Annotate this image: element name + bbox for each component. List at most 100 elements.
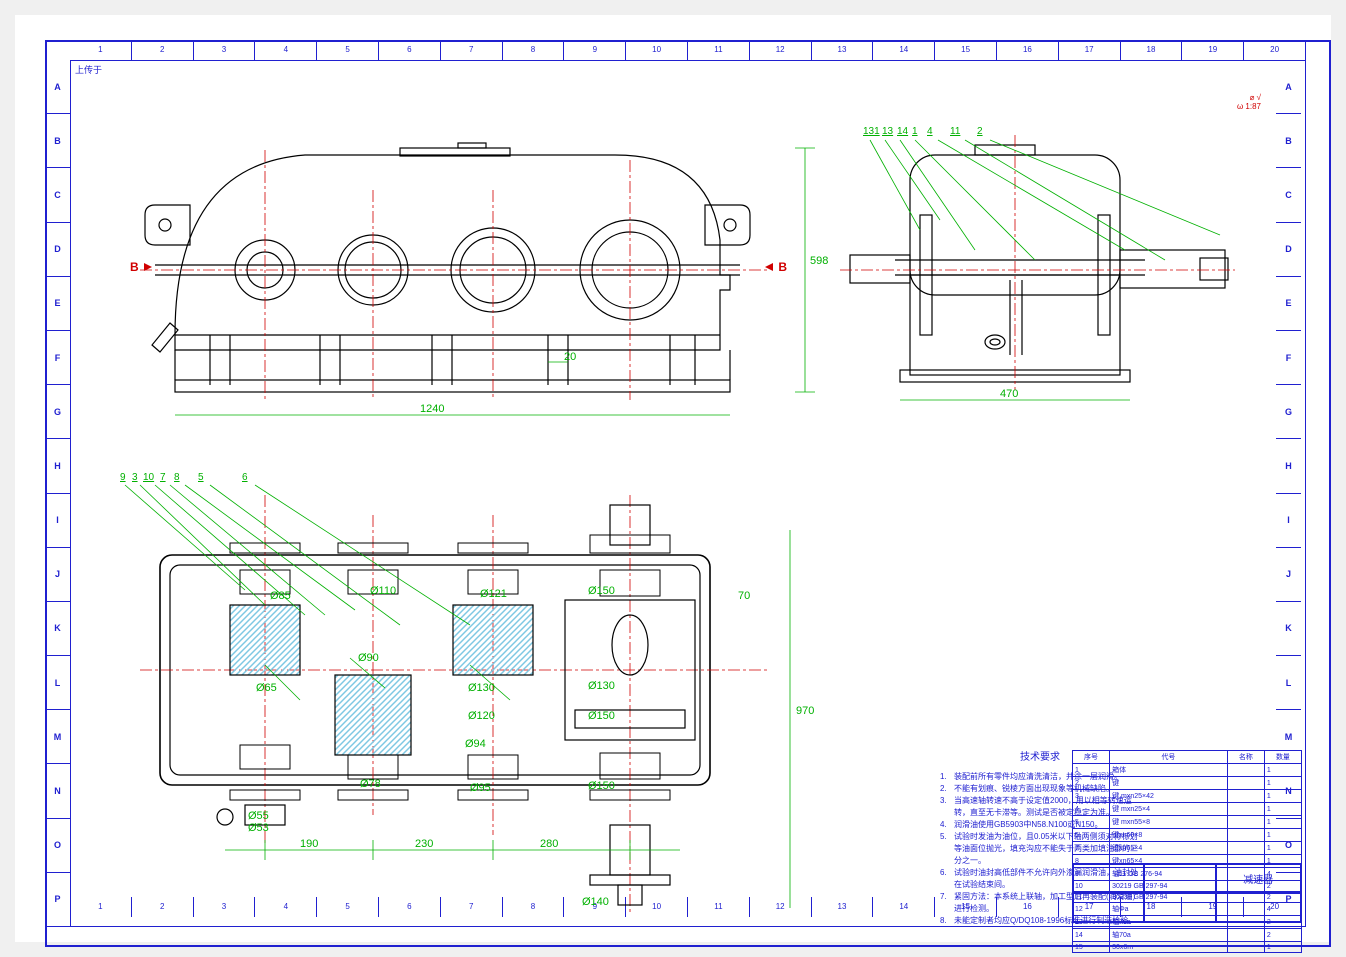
dim-d130: Ø130 — [468, 682, 495, 694]
parts-cell: 键 — [1110, 777, 1228, 790]
dim-d85: Ø85 — [270, 590, 291, 602]
parts-cell: 2 — [1073, 777, 1110, 790]
balloon-14: 14 — [897, 126, 908, 137]
ruler-row: F — [45, 331, 70, 385]
parts-cell: 1 — [1264, 942, 1301, 953]
title-block: 减速器 — [1072, 863, 1302, 923]
parts-cell: 箱体 — [1110, 764, 1228, 777]
parts-cell: 轴70a — [1110, 929, 1228, 942]
parts-cell: 1 — [1264, 816, 1301, 829]
parts-cell — [1227, 829, 1264, 842]
balloon-2: 2 — [977, 126, 983, 137]
parts-cell: 1 — [1264, 777, 1301, 790]
parts-header-cell: 名称 — [1227, 751, 1264, 764]
dim-d65: Ø65 — [256, 682, 277, 694]
dim-d95: Ø95 — [470, 782, 491, 794]
dim-d94: Ø94 — [465, 738, 486, 750]
dim-d110: Ø110 — [370, 585, 396, 597]
ruler-col: 10 — [626, 40, 688, 60]
parts-cell: 1 — [1264, 803, 1301, 816]
table-row: 14轴70a2 — [1073, 929, 1302, 942]
ruler-col: 16 — [997, 40, 1059, 60]
dim-d150b: Ø150 — [588, 710, 615, 722]
dim-d130b: Ø130 — [588, 680, 615, 692]
table-row: 3键 mxn25×42 1 — [1073, 790, 1302, 803]
parts-cell — [1227, 803, 1264, 816]
ruler-row: I — [45, 494, 70, 548]
ruler-col: 15 — [935, 40, 997, 60]
balloon-10: 10 — [143, 472, 154, 483]
ruler-col: 3 — [194, 40, 256, 60]
balloon-7: 7 — [160, 472, 166, 483]
ruler-col: 18 — [1121, 40, 1183, 60]
ruler-col: 17 — [1059, 40, 1121, 60]
parts-cell — [1227, 842, 1264, 855]
table-row: 6键xn60×8 1 — [1073, 829, 1302, 842]
parts-cell: 1 — [1264, 790, 1301, 803]
balloon-6: 6 — [242, 472, 248, 483]
balloon-1: 1 — [912, 126, 918, 137]
parts-cell — [1227, 777, 1264, 790]
balloon-8: 8 — [174, 472, 180, 483]
ruler-col: 20 — [1244, 40, 1306, 60]
parts-cell: 键 mxn25×42 — [1110, 790, 1228, 803]
front-elevation — [140, 143, 770, 400]
ruler-row: K — [45, 602, 70, 656]
table-row: 4键 mxn25×41 — [1073, 803, 1302, 816]
section-b-left: B — [130, 260, 152, 274]
table-row: 7键xn65×41 — [1073, 842, 1302, 855]
dim-d53: Ø53 — [248, 822, 269, 834]
dim-d140: Ø140 — [582, 896, 609, 908]
canvas: 1122334455667788991010111112121313141415… — [15, 15, 1331, 942]
parts-cell: 5 — [1073, 816, 1110, 829]
parts-cell: 30x6m — [1110, 942, 1228, 953]
parts-cell: 6 — [1073, 829, 1110, 842]
parts-cell: 3 — [1073, 790, 1110, 803]
dim-970: 970 — [796, 705, 814, 717]
ruler-col: 7 — [441, 40, 503, 60]
dim-1240: 1240 — [420, 403, 444, 415]
table-row: 1箱体1 — [1073, 764, 1302, 777]
parts-cell — [1227, 929, 1264, 942]
ruler-row: J — [45, 548, 70, 602]
ruler-col: 9 — [564, 40, 626, 60]
ruler-col: 2 — [132, 40, 194, 60]
dim-598: 598 — [810, 255, 828, 267]
dim-280: 280 — [540, 838, 558, 850]
parts-cell: 1 — [1264, 829, 1301, 842]
ruler-row: B — [45, 114, 70, 168]
dim-190: 190 — [300, 838, 318, 850]
ruler-row: M — [45, 710, 70, 764]
ruler-col: 5 — [317, 40, 379, 60]
parts-cell: 键 mxn55×8 — [1110, 816, 1228, 829]
ruler-row: O — [45, 819, 70, 873]
dim-d150a: Ø150 — [588, 585, 615, 597]
dim-70: 70 — [738, 590, 750, 602]
balloon-3: 3 — [132, 472, 138, 483]
parts-header-cell: 序号 — [1073, 751, 1110, 764]
parts-cell: 键xn60×8 — [1110, 829, 1228, 842]
dim-d55: Ø55 — [248, 810, 269, 822]
ruler-row: L — [45, 656, 70, 710]
parts-header-cell: 数量 — [1264, 751, 1301, 764]
ruler-col: 6 — [379, 40, 441, 60]
parts-cell: 1 — [1264, 842, 1301, 855]
parts-cell: 7 — [1073, 842, 1110, 855]
ruler-col: 14 — [873, 40, 935, 60]
ruler-row: N — [45, 764, 70, 818]
plan-section — [140, 495, 770, 915]
table-row: 1530x6m1 — [1073, 942, 1302, 953]
ruler-row: G — [45, 385, 70, 439]
drawing-area: 598 20 1240 470 970 190 230 280 Ø85 Ø65 … — [70, 60, 1306, 927]
balloon-11: 11 — [950, 126, 960, 137]
parts-cell: 2 — [1264, 929, 1301, 942]
parts-cell: 4 — [1073, 803, 1110, 816]
ruler-col: 1 — [70, 40, 132, 60]
dim-20: 20 — [564, 351, 576, 363]
ruler-row: A — [45, 60, 70, 114]
ruler-col: 12 — [750, 40, 812, 60]
section-b-right: B — [765, 260, 787, 274]
ruler-col: 13 — [812, 40, 874, 60]
dim-d150c: Ø150 — [588, 780, 615, 792]
ruler-row: C — [45, 168, 70, 222]
